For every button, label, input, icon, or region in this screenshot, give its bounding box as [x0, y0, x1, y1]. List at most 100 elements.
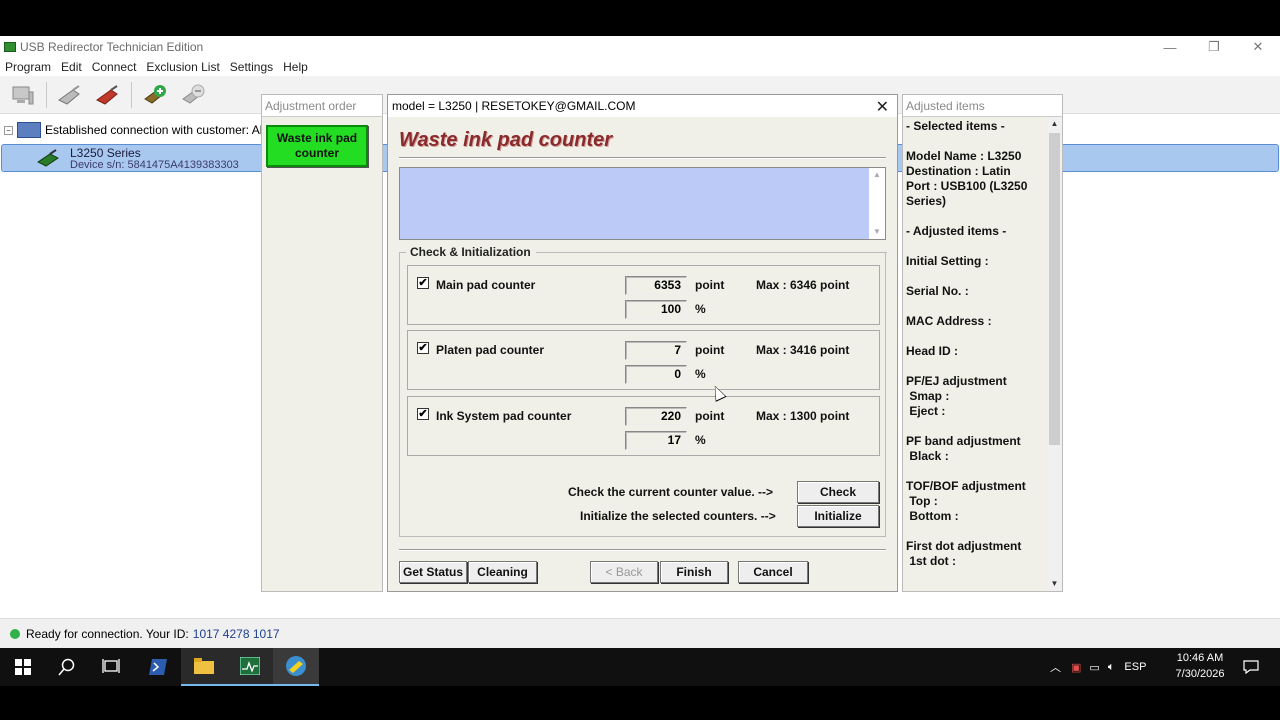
main-pad-max: Max : 6346 point: [756, 278, 850, 292]
main-pad-point-unit: point: [695, 278, 725, 292]
ink-system-pad-checkbox[interactable]: ✔: [417, 408, 429, 420]
volume-icon[interactable]: 🔈︎: [1108, 661, 1115, 674]
adjusted-item-line: [906, 419, 1048, 434]
computer-icon[interactable]: [8, 81, 38, 109]
initialize-hint: Initialize the selected counters. -->: [580, 509, 776, 523]
system-monitor-icon[interactable]: [227, 648, 273, 686]
task-view-icon[interactable]: [88, 648, 134, 686]
menu-settings[interactable]: Settings: [225, 60, 278, 74]
connection-label: Established connection with customer: Al…: [45, 123, 276, 137]
device-name: L3250 Series: [70, 146, 141, 160]
platen-pad-label: Platen pad counter: [436, 343, 545, 357]
adjusted-items-scrollbar[interactable]: ▲ ▼: [1047, 117, 1062, 591]
menu-edit[interactable]: Edit: [56, 60, 87, 74]
tray-expand-icon[interactable]: ︿: [1050, 659, 1061, 675]
dialog-close-icon[interactable]: ✕: [876, 97, 889, 117]
windows-start-icon[interactable]: [0, 648, 46, 686]
platen-pad-percent-value: 0: [625, 365, 687, 384]
scrollbar-thumb[interactable]: [1049, 133, 1060, 445]
adjusted-item-line: Top :: [906, 494, 938, 508]
check-button[interactable]: Check: [797, 481, 879, 503]
message-scrollbar[interactable]: ▲ ▼: [869, 168, 885, 239]
taskbar-clock[interactable]: 10:46 AM 7/30/2026: [1168, 650, 1232, 682]
tree-collapse-icon[interactable]: −: [4, 125, 13, 135]
platen-pad-checkbox[interactable]: ✔: [417, 342, 429, 354]
scroll-up-icon[interactable]: ▲: [1047, 117, 1062, 131]
adjustment-order-list: Waste ink pad counter: [262, 117, 382, 591]
adjusted-item-line: 1st dot :: [906, 554, 956, 568]
adjusted-item-line: Model Name : L3250: [906, 149, 1022, 163]
adjusted-item-line: Initial Setting :: [906, 254, 989, 268]
scroll-up-icon[interactable]: ▲: [869, 168, 885, 182]
initialize-button[interactable]: Initialize: [797, 505, 879, 527]
adjustment-order-panel: Adjustment order Waste ink pad counter: [261, 94, 383, 592]
check-hint: Check the current counter value. -->: [568, 485, 774, 499]
ink-system-pad-label: Ink System pad counter: [436, 409, 572, 423]
waste-ink-pad-counter-button[interactable]: Waste ink pad counter: [266, 125, 368, 167]
ink-system-pad-counter-box: ✔ Ink System pad counter 220 point Max :…: [407, 396, 880, 456]
menu-connect[interactable]: Connect: [87, 60, 142, 74]
status-indicator-icon: [10, 628, 20, 639]
platen-pad-point-value: 7: [625, 341, 687, 360]
finish-button[interactable]: Finish: [660, 561, 728, 583]
ink-system-pad-point-unit: point: [695, 409, 725, 423]
main-pad-percent-value: 100: [625, 300, 687, 319]
language-indicator[interactable]: ESP: [1124, 661, 1146, 673]
close-button[interactable]: ✕: [1236, 36, 1280, 58]
adjusted-item-line: - Selected items -: [906, 119, 1005, 133]
platen-pad-point-unit: point: [695, 343, 725, 357]
scroll-down-icon[interactable]: ▼: [869, 225, 885, 239]
adjusted-item-line: [906, 464, 1048, 479]
status-id: 1017 4278 1017: [192, 626, 280, 641]
main-pad-checkbox[interactable]: ✔: [417, 277, 429, 289]
device-serial: Device s/n: 5841475A4139383303: [70, 159, 239, 171]
status-text: Ready for connection. Your ID:: [26, 626, 189, 641]
restore-button[interactable]: ❐: [1192, 36, 1236, 58]
ink-system-pad-max: Max : 1300 point: [756, 409, 850, 423]
menu-exclusion-list[interactable]: Exclusion List: [141, 60, 224, 74]
adjusted-item-line: [906, 209, 1048, 224]
menu-program[interactable]: Program: [0, 60, 56, 74]
usb-redirector-taskbar-icon[interactable]: [273, 648, 319, 686]
cancel-button[interactable]: Cancel: [738, 561, 808, 583]
adjusted-item-line: PF band adjustment: [906, 434, 1021, 448]
adjusted-item-line: Eject :: [906, 404, 946, 418]
powershell-icon[interactable]: [135, 648, 181, 686]
menu-help[interactable]: Help: [278, 60, 313, 74]
toolbar-separator: [131, 81, 132, 108]
get-status-button[interactable]: Get Status: [399, 561, 467, 583]
ink-system-pad-point-value: 220: [625, 407, 687, 426]
usb-disconnect-icon[interactable]: [93, 81, 123, 109]
adjusted-item-line: [906, 134, 1048, 149]
group-label: Check & Initialization: [408, 245, 533, 259]
adjusted-item-line: [906, 329, 1048, 344]
back-button[interactable]: < Back: [590, 561, 658, 583]
notification-icon[interactable]: [1228, 648, 1274, 686]
adjusted-item-line: [906, 269, 1048, 284]
network-icon[interactable]: ▭: [1089, 661, 1099, 674]
title-bar: USB Redirector Technician Edition — ❐ ✕: [0, 36, 1280, 58]
share-device-icon[interactable]: [140, 81, 170, 109]
minimize-button[interactable]: —: [1148, 36, 1192, 58]
tree-connection-row[interactable]: − Established connection with customer: …: [4, 122, 276, 138]
adjusted-items-panel: Adjusted items - Selected items - Model N…: [902, 94, 1063, 592]
security-icon[interactable]: ▣: [1071, 661, 1081, 674]
adjusted-item-line: PF/EJ adjustment: [906, 374, 1007, 388]
main-pad-percent-unit: %: [695, 302, 706, 316]
adjusted-item-line: [906, 239, 1048, 254]
adjusted-item-line: First dot adjustment: [906, 539, 1022, 553]
adjusted-item-line: [906, 524, 1048, 539]
top-black-bar: [0, 0, 1280, 36]
usb-connect-icon[interactable]: [55, 81, 85, 109]
adjusted-item-line: TOF/BOF adjustment: [906, 479, 1026, 493]
toolbar-separator: [46, 81, 47, 108]
cleaning-button[interactable]: Cleaning: [468, 561, 537, 583]
file-explorer-icon[interactable]: [181, 648, 227, 686]
scroll-down-icon[interactable]: ▼: [1047, 577, 1062, 591]
remove-device-icon[interactable]: [178, 81, 208, 109]
adjusted-item-line: Smap :: [906, 389, 950, 403]
search-icon[interactable]: [44, 648, 90, 686]
ink-system-pad-percent-unit: %: [695, 433, 706, 447]
platen-pad-percent-unit: %: [695, 367, 706, 381]
group-border: [536, 252, 887, 253]
